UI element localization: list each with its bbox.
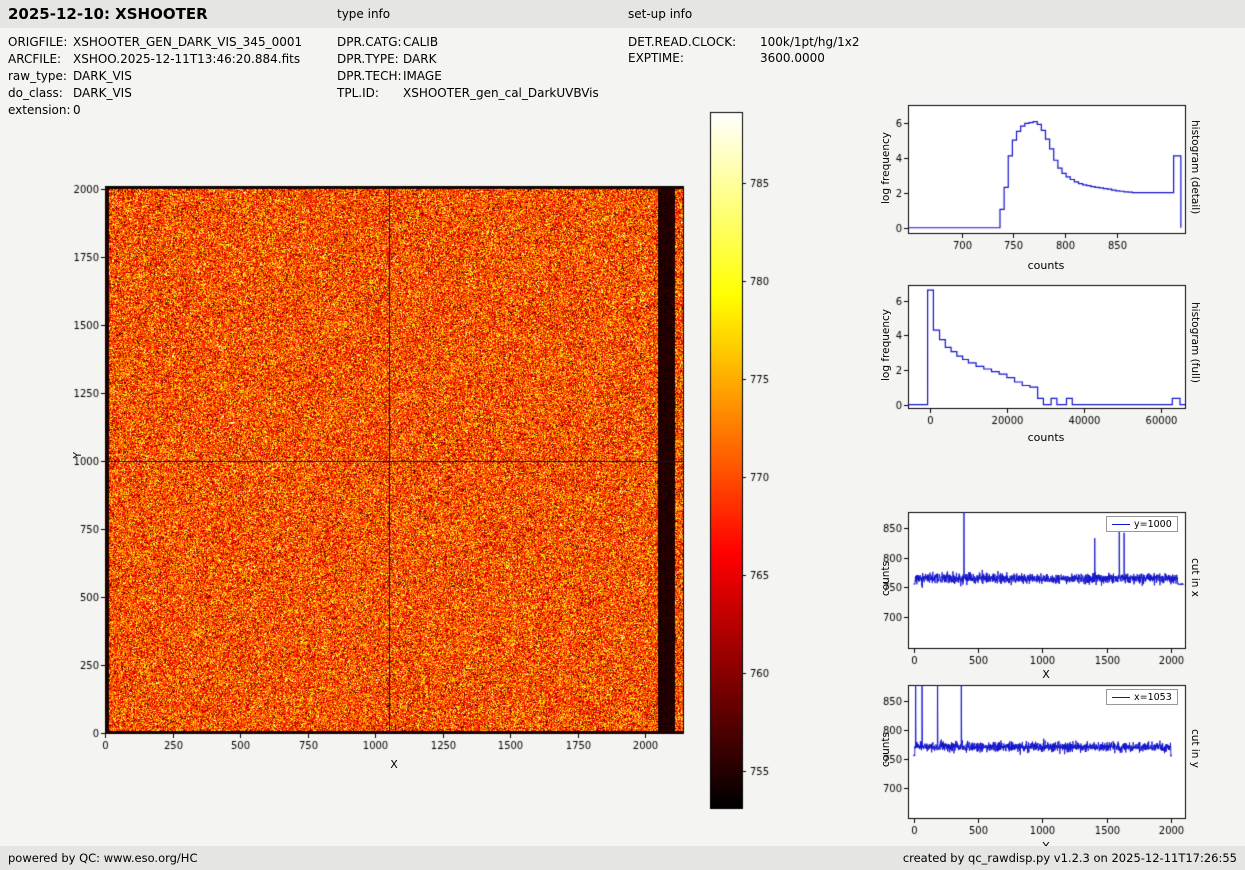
meta-label: extension: bbox=[8, 103, 71, 117]
meta-row-extension: extension: 0 bbox=[8, 103, 81, 117]
page-title: 2025-12-10: XSHOOTER bbox=[8, 5, 208, 23]
legend-label: y=1000 bbox=[1134, 518, 1172, 530]
legend-label: x=1053 bbox=[1134, 691, 1172, 703]
setup-info-label: set-up info bbox=[628, 7, 693, 21]
hist-full-x-label: counts bbox=[1027, 431, 1065, 444]
meta-row-tplid: TPL.ID: XSHOOTER_gen_cal_DarkUVBVis bbox=[337, 86, 599, 100]
legend-line-icon bbox=[1112, 523, 1130, 525]
meta-label: ORIGFILE: bbox=[8, 35, 68, 49]
hist-detail-x-label: counts bbox=[1027, 259, 1065, 272]
histogram-detail-plot bbox=[856, 96, 1196, 254]
meta-value: DARK_VIS bbox=[73, 69, 132, 83]
meta-label: EXPTIME: bbox=[628, 51, 684, 65]
header-bar: 2025-12-10: XSHOOTER type info set-up in… bbox=[0, 0, 1245, 28]
footer-powered-by-link[interactable]: powered by QC: www.eso.org/HC bbox=[8, 846, 197, 870]
meta-value: XSHOOTER_gen_cal_DarkUVBVis bbox=[403, 86, 599, 100]
meta-label: ARCFILE: bbox=[8, 52, 62, 66]
meta-value: 3600.0000 bbox=[760, 51, 825, 65]
meta-row-dprtech: DPR.TECH:IMAGE bbox=[337, 69, 442, 83]
hist-detail-right-label: histogram (detail) bbox=[1189, 120, 1201, 215]
histogram-full-plot bbox=[856, 276, 1196, 428]
footer-created-by: created by qc_rawdisp.py v1.2.3 on 2025-… bbox=[902, 851, 1237, 865]
meta-row-rawtype: raw_type: DARK_VIS bbox=[8, 69, 132, 83]
meta-row-dprtype: DPR.TYPE: DARK bbox=[337, 52, 436, 66]
meta-value: DARK_VIS bbox=[73, 86, 132, 100]
meta-value: XSHOO.2025-12-11T13:46:20.884.fits bbox=[73, 52, 301, 66]
hist-full-y-label: log frequency bbox=[880, 309, 892, 382]
meta-value: DARK bbox=[403, 52, 437, 66]
main-x-axis-label: X bbox=[390, 758, 398, 771]
meta-value: XSHOOTER_GEN_DARK_VIS_345_0001 bbox=[73, 35, 303, 49]
meta-label: TPL.ID: bbox=[337, 86, 379, 100]
meta-row-dprcatg: DPR.CATG:CALIB bbox=[337, 35, 438, 49]
colorbar bbox=[704, 108, 796, 816]
meta-value: CALIB bbox=[403, 35, 439, 49]
meta-row-exptime: EXPTIME: 3600.0000 bbox=[628, 51, 825, 65]
type-info-label: type info bbox=[337, 7, 391, 21]
cut-x-right-label: cut in x bbox=[1189, 558, 1201, 598]
meta-row-origfile: ORIGFILE: XSHOOTER_GEN_DARK_VIS_345_0001 bbox=[8, 35, 302, 49]
cut-y-right-label: cut in y bbox=[1189, 729, 1201, 769]
cut-y-y-label: counts bbox=[880, 732, 892, 768]
legend-cut-x: y=1000 bbox=[1106, 516, 1178, 532]
meta-label: DPR.TECH: bbox=[337, 69, 402, 83]
meta-label: do_class: bbox=[8, 86, 63, 100]
meta-value: IMAGE bbox=[403, 69, 442, 83]
meta-value: 100k/1pt/hg/1x2 bbox=[760, 35, 860, 49]
meta-row-doclass: do_class: DARK_VIS bbox=[8, 86, 132, 100]
meta-row-readclock: DET.READ.CLOCK: 100k/1pt/hg/1x2 bbox=[628, 35, 860, 49]
legend-cut-y: x=1053 bbox=[1106, 689, 1178, 705]
cut-x-y-label: counts bbox=[880, 561, 892, 597]
hist-detail-y-label: log frequency bbox=[880, 132, 892, 205]
main-y-axis-label: Y bbox=[72, 452, 84, 459]
legend-line-icon bbox=[1112, 696, 1130, 698]
meta-label: raw_type: bbox=[8, 69, 67, 83]
meta-value: 0 bbox=[73, 103, 81, 117]
meta-label: DPR.CATG: bbox=[337, 35, 402, 49]
meta-label: DPR.TYPE: bbox=[337, 52, 399, 66]
main-image-plot bbox=[58, 140, 706, 765]
meta-row-arcfile: ARCFILE: XSHOO.2025-12-11T13:46:20.884.fi… bbox=[8, 52, 300, 66]
hist-full-right-label: histogram (full) bbox=[1189, 302, 1201, 383]
meta-label: DET.READ.CLOCK: bbox=[628, 35, 737, 49]
